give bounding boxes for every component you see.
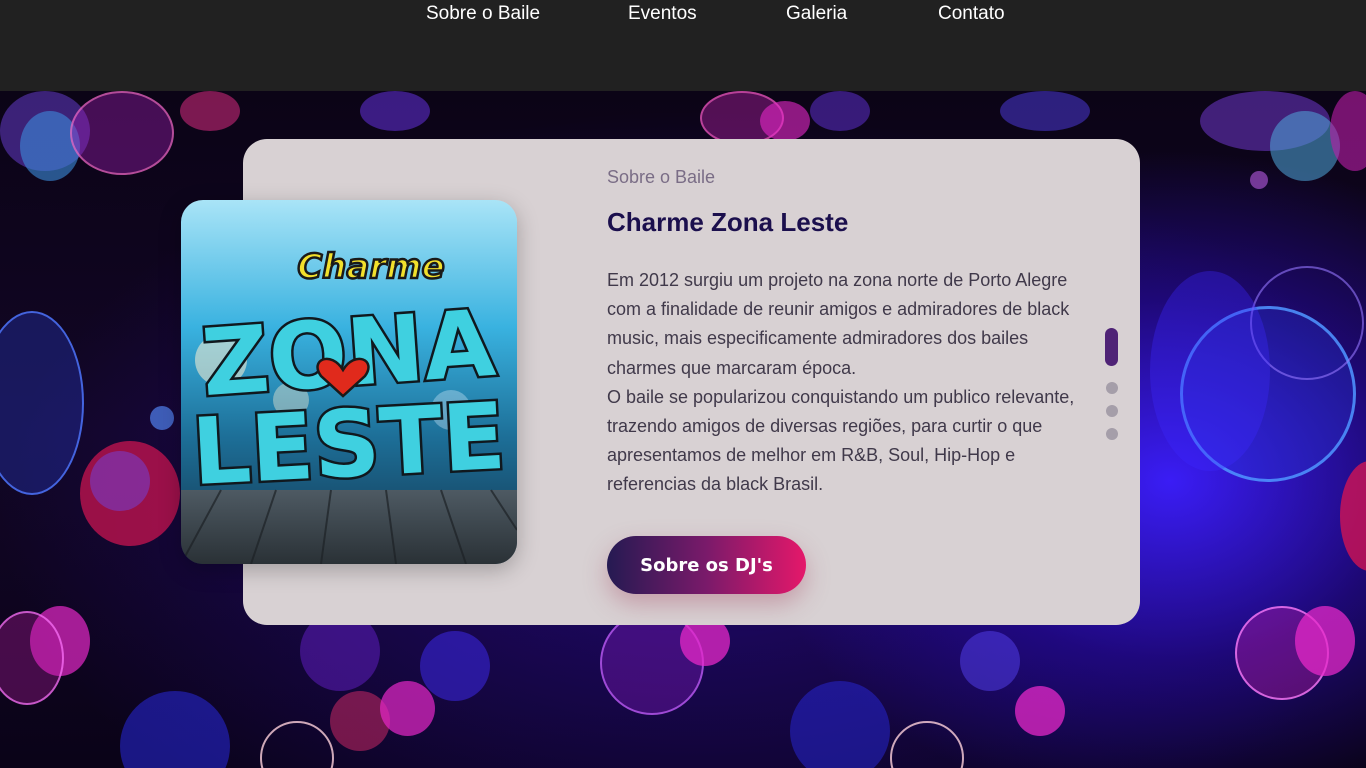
top-navigation: Sobre o Baile Eventos Galeria Contato xyxy=(0,0,1366,91)
about-description: Em 2012 surgiu um projeto na zona norte … xyxy=(607,266,1089,500)
sobre-os-djs-button[interactable]: Sobre os DJ's xyxy=(607,536,806,594)
nav-link-galeria[interactable]: Galeria xyxy=(786,0,847,28)
description-paragraph: Em 2012 surgiu um projeto na zona norte … xyxy=(607,270,1070,378)
nav-link-contato[interactable]: Contato xyxy=(938,0,1005,28)
nav-link-eventos[interactable]: Eventos xyxy=(628,0,697,28)
pagination-dot[interactable] xyxy=(1105,428,1118,440)
slide-pagination xyxy=(1105,328,1118,451)
section-subtitle: Sobre o Baile xyxy=(607,167,716,187)
pagination-dot-active[interactable] xyxy=(1105,328,1118,366)
logo-text-leste: LESTE xyxy=(189,383,508,506)
charme-zona-leste-logo: Charme ZONA LESTE xyxy=(181,200,517,564)
nav-link-sobre-o-baile[interactable]: Sobre o Baile xyxy=(426,0,540,28)
logo-text-charme: Charme xyxy=(297,247,444,287)
description-paragraph: O baile se popularizou conquistando um p… xyxy=(607,386,1075,495)
pagination-dot[interactable] xyxy=(1105,382,1118,394)
section-title: Charme Zona Leste xyxy=(607,207,849,237)
pagination-dot[interactable] xyxy=(1105,405,1118,417)
